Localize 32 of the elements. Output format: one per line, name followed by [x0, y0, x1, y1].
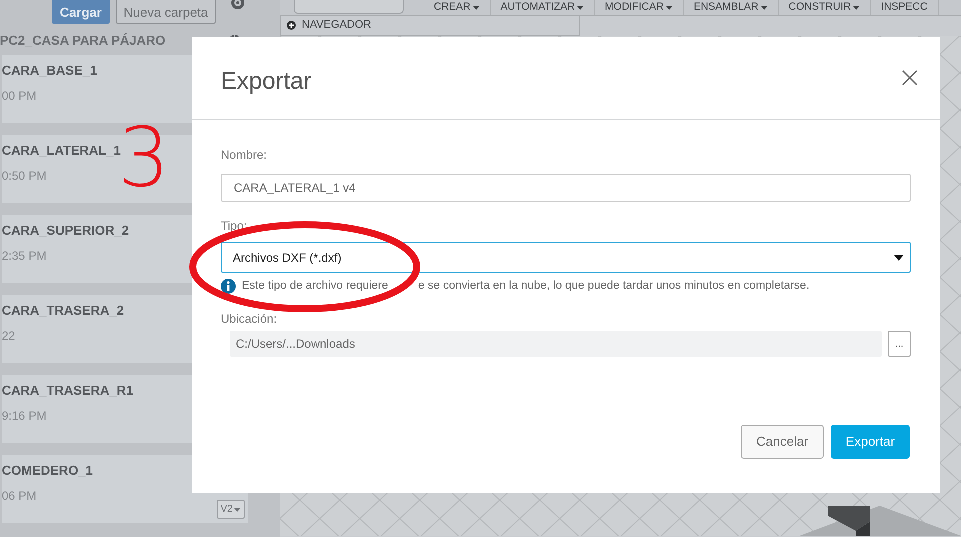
caret-icon [234, 508, 241, 512]
browse-button[interactable]: ... [888, 331, 911, 358]
menu-item[interactable]: INSPECC [871, 0, 939, 16]
type-dropdown[interactable]: Archivos DXF (*.dxf) [221, 242, 911, 273]
version-dropdown[interactable]: V2 [216, 500, 245, 519]
menu-item[interactable]: ENSAMBLAR [684, 0, 779, 16]
expand-icon [287, 21, 296, 30]
info-text: e se convierta en la nube, lo que puede tardar unos minutos en completarse. [418, 279, 810, 294]
upload-button[interactable]: Cargar [52, 0, 110, 24]
cancel-button[interactable]: Cancelar [741, 425, 824, 459]
menu-item[interactable]: CREAR [424, 0, 491, 16]
caret-icon [894, 254, 904, 260]
menu-item[interactable]: MODIFICAR [595, 0, 684, 16]
menu-item[interactable]: CONSTRUIR [778, 0, 872, 16]
field-label: Ubicación: [221, 311, 278, 328]
location-field[interactable]: C:/Users/...Downloads [230, 331, 882, 358]
name-field[interactable]: CARA_LATERAL_1 v4 [221, 174, 911, 202]
file-time: 9:16 PM [2, 408, 48, 424]
file-time: 00 PM [2, 88, 38, 104]
info-text: Este tipo de archivo requiere [242, 279, 388, 294]
field-label: Nombre: [221, 147, 268, 164]
info-icon [221, 279, 236, 294]
project-title: PC2_CASA PARA PÁJARO [0, 32, 166, 50]
export-button[interactable]: Exportar [831, 425, 910, 459]
menu-item[interactable]: AUTOMATIZAR [490, 0, 596, 16]
settings-icon [230, 0, 246, 9]
close-button[interactable] [902, 70, 918, 86]
dialog-title: Exportar [221, 66, 312, 96]
file-time: 06 PM [2, 488, 38, 504]
new-folder-button[interactable]: Nueva carpeta [116, 0, 216, 24]
panel-title[interactable]: NAVEGADOR [302, 17, 372, 34]
file-time: 0:50 PM [2, 168, 48, 184]
